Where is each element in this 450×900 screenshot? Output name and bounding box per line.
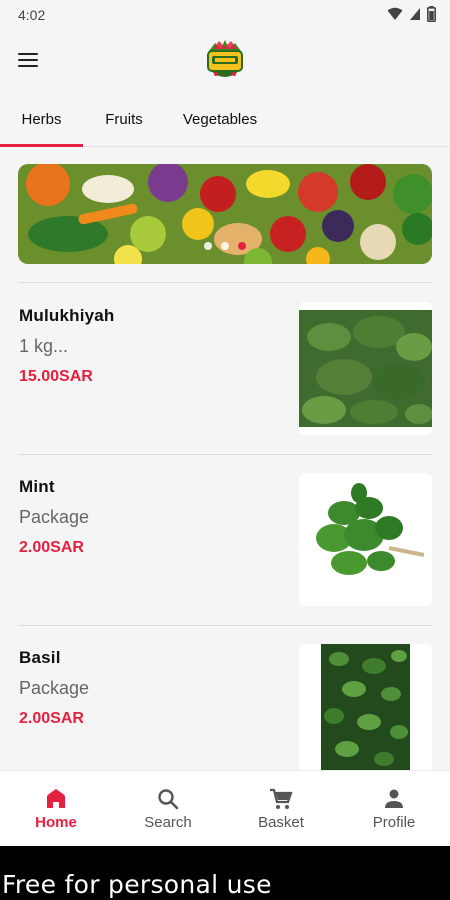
nav-basket[interactable]: Basket [225,771,337,847]
product-unit: 1 kg... [19,336,69,356]
app-bar [0,30,450,92]
hamburger-icon-line [18,53,38,55]
bottom-navigation: Home Search Basket Profile [0,770,450,846]
nav-label: Search [144,814,192,831]
nav-label: Basket [258,814,304,831]
nav-label: Profile [372,814,416,831]
carousel-dots [18,242,432,250]
carousel-dot[interactable] [204,242,212,250]
hamburger-icon-line [18,65,38,67]
home-icon [47,789,65,808]
product-image[interactable] [299,302,432,435]
signal-icon [410,8,420,20]
product-unit: Package [19,507,90,527]
footer-bar: Free for personal use [0,846,450,900]
tab-fruits[interactable]: Fruits [88,95,160,145]
product-image[interactable] [299,644,432,777]
tab-vegetables[interactable]: Vegetables [170,95,270,145]
status-icons [387,6,436,22]
product-price: 2.00SAR [19,710,84,727]
status-bar: 4:02 [0,0,450,30]
product-price: 15.00SAR [19,368,93,385]
status-time: 4:02 [18,7,46,23]
product-name: Mulukhiyah [19,306,115,325]
nav-label: Home [35,814,77,831]
product-price: 2.00SAR [19,539,84,556]
person-icon [385,789,403,808]
product-card[interactable]: Basil Package 2.00SAR [0,626,450,777]
carousel-dot-active[interactable] [238,242,246,250]
product-unit: Package [19,678,90,698]
category-tabs: Herbs Fruits Vegetables [0,95,450,147]
product-card[interactable]: Mulukhiyah 1 kg... 15.00SAR [0,284,450,435]
search-icon [158,789,179,810]
battery-icon [427,6,436,22]
product-image[interactable] [299,473,432,606]
footer-watermark-text: Free for personal use [2,870,272,899]
wifi-icon [387,7,403,20]
mulukhiyah-image [299,302,432,435]
hamburger-icon-line [18,59,38,61]
basil-image [299,644,432,777]
cart-icon [270,788,293,809]
divider [18,282,432,283]
carousel-dot[interactable] [221,242,229,250]
nav-home[interactable]: Home [0,771,112,847]
promo-banner[interactable] [18,164,432,264]
product-card[interactable]: Mint Package 2.00SAR [0,455,450,606]
mint-image [299,473,432,606]
store-logo [207,40,243,77]
product-name: Basil [19,648,61,667]
menu-button[interactable] [14,46,42,74]
tab-herbs[interactable]: Herbs [0,95,83,145]
product-name: Mint [19,477,55,496]
nav-search[interactable]: Search [112,771,224,847]
nav-profile[interactable]: Profile [338,771,450,847]
active-tab-indicator [0,144,83,147]
